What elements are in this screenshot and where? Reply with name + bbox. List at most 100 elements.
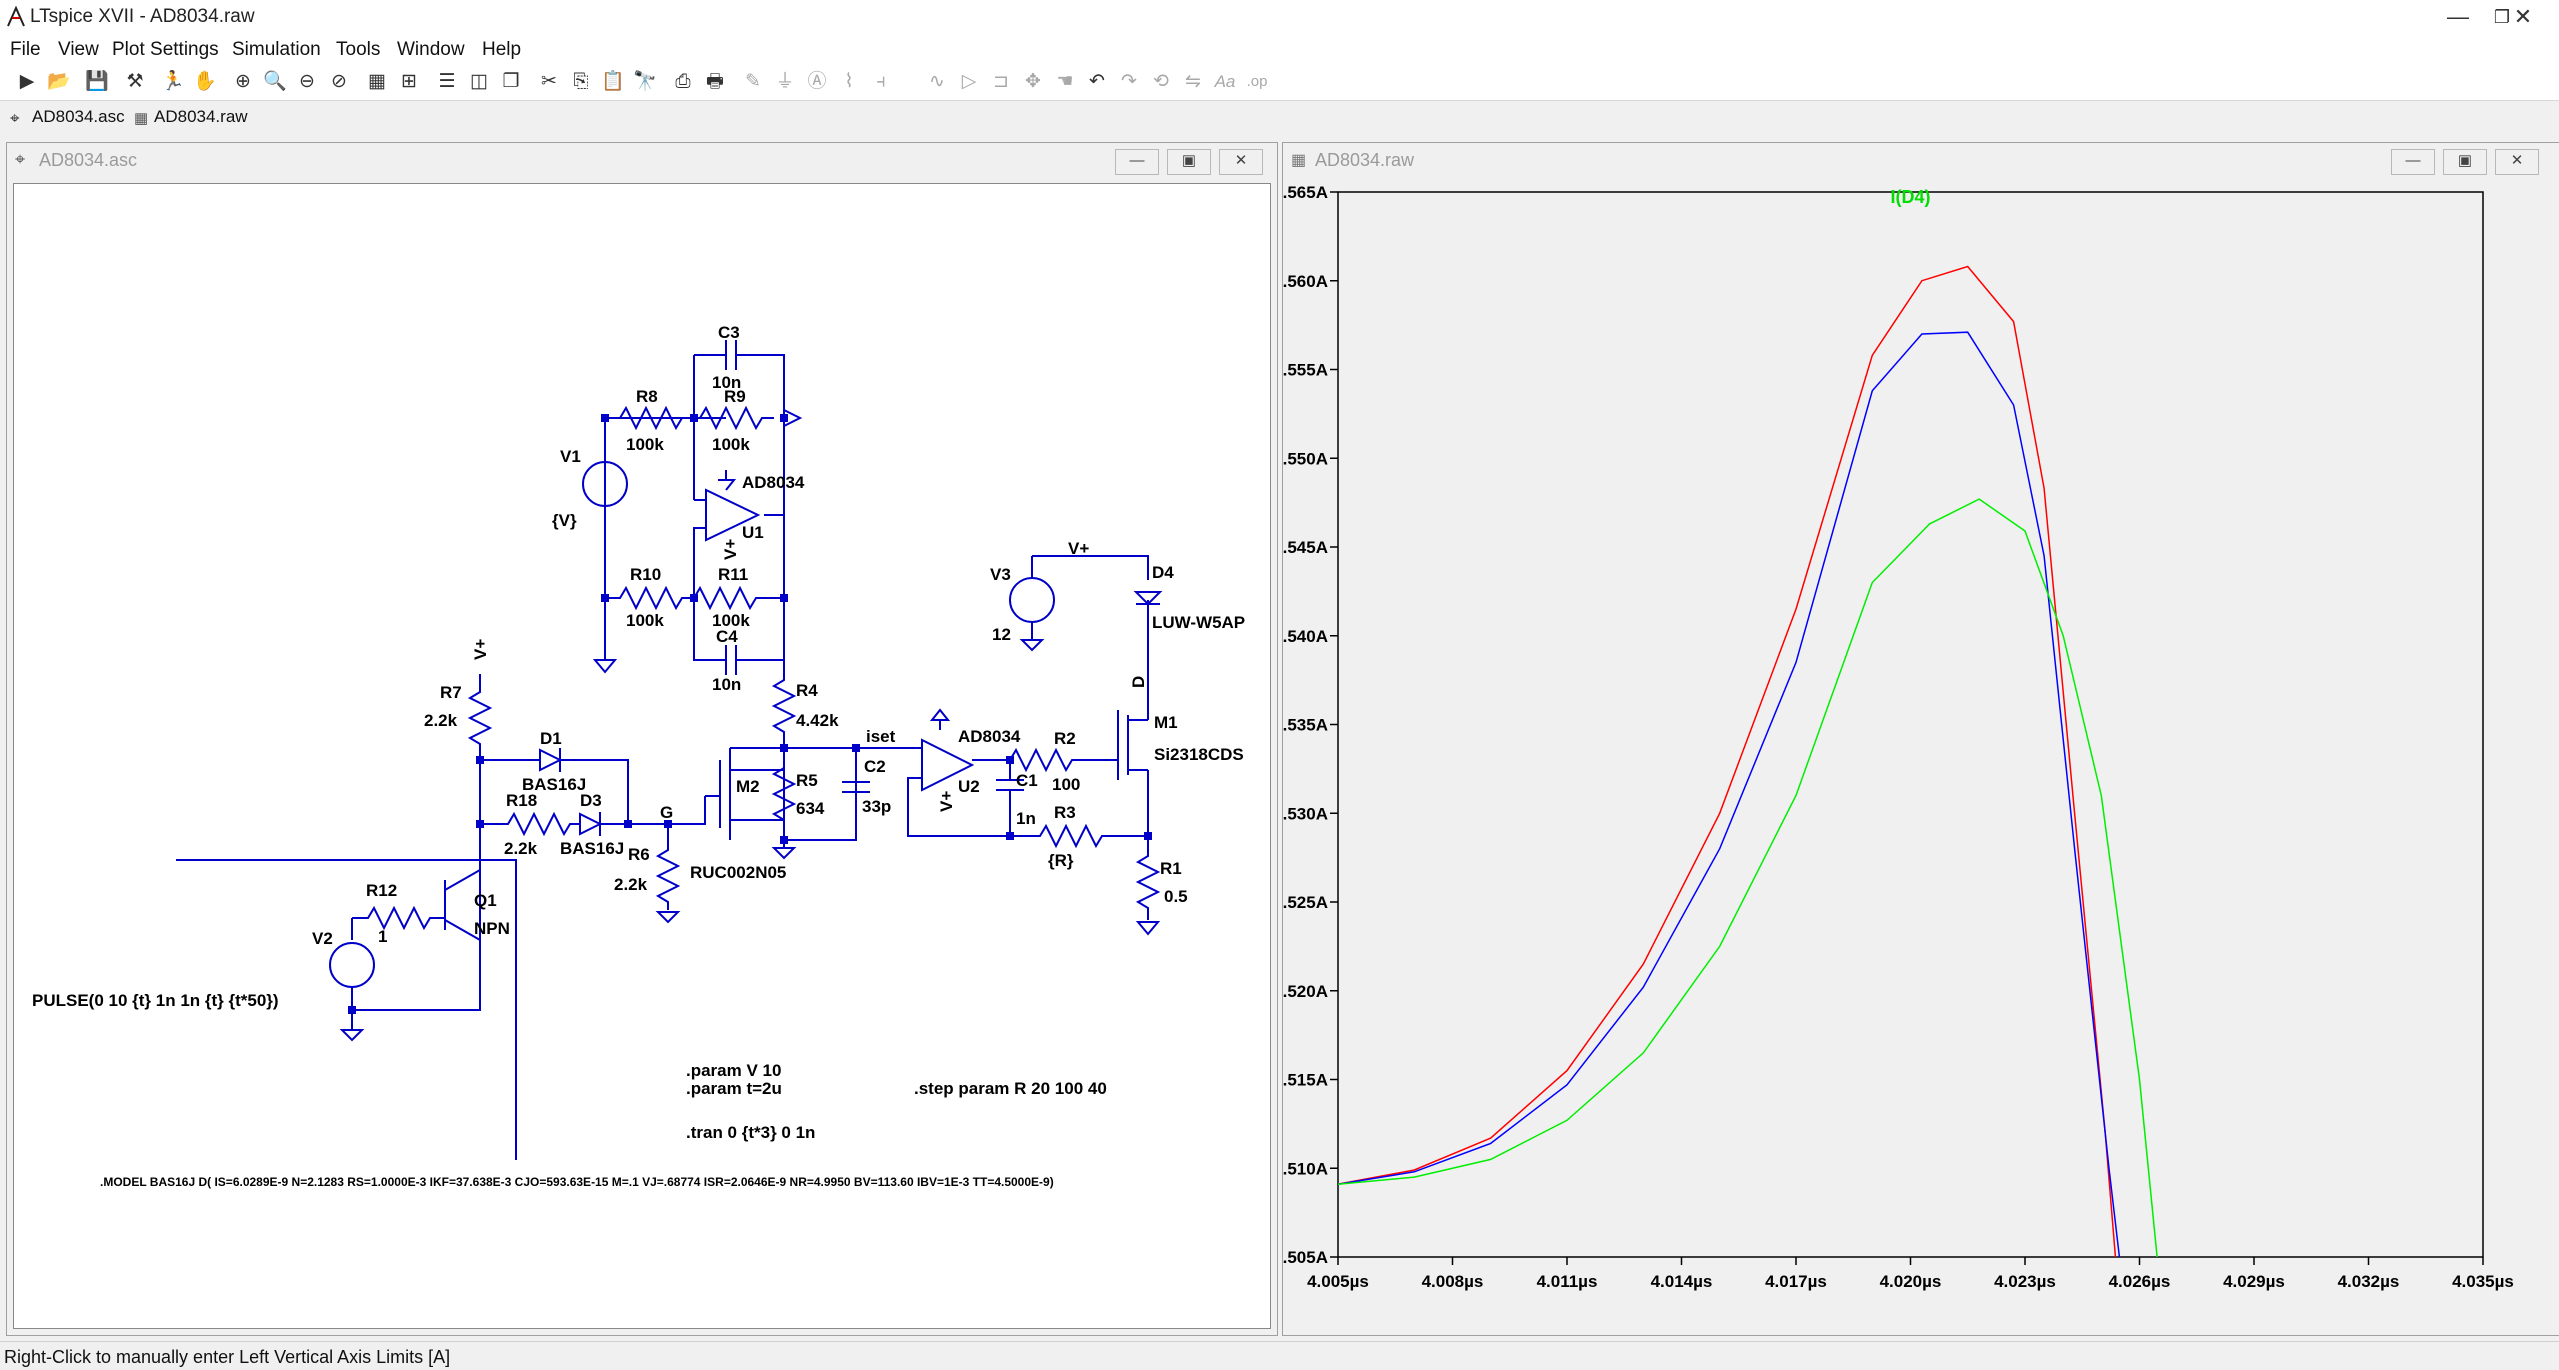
- x-tick-label: 4.005µs: [1307, 1272, 1369, 1291]
- x-axis[interactable]: 4.005µs 4.008µs 4.011µs 4.014µs 4.017µs 4.020…: [1307, 1257, 2514, 1291]
- menu-window[interactable]: Window: [397, 39, 465, 61]
- paste-icon[interactable]: 📋: [600, 69, 626, 95]
- menu-file[interactable]: File: [10, 39, 41, 61]
- autorange-icon[interactable]: ▦: [364, 69, 390, 95]
- waveform-maximize-button[interactable]: ▣: [2443, 149, 2487, 175]
- value-d4: LUW-W5AP: [1152, 613, 1245, 632]
- waveform-chart[interactable]: 2.505A 2.510A 2.515A 2.520A 2.525A 2.530A 2.53…: [1273, 181, 2557, 1334]
- y-tick-label: 2.520A: [1283, 982, 1328, 1001]
- open-icon[interactable]: 📂: [46, 69, 72, 95]
- directive-param-t[interactable]: .param t=2u: [686, 1079, 782, 1098]
- value-r3: {R}: [1048, 851, 1074, 870]
- value-r5: 634: [796, 799, 825, 818]
- label-d-pin: D: [1129, 676, 1148, 688]
- x-tick-label: 4.029µs: [2223, 1272, 2285, 1291]
- plot-frame: [1337, 191, 2484, 1258]
- directive-tran[interactable]: .tran 0 {t*3} 0 1n: [686, 1123, 815, 1142]
- label-d3: D3: [580, 791, 602, 810]
- trace-step-3[interactable]: [1338, 498, 2162, 1310]
- zoom-box-icon[interactable]: 🔍: [262, 69, 288, 95]
- menu-tools[interactable]: Tools: [336, 39, 380, 61]
- component-icon[interactable]: ⊐: [988, 69, 1014, 95]
- move-icon[interactable]: ✥: [1020, 69, 1046, 95]
- directive-param-v[interactable]: .param V 10: [686, 1061, 781, 1080]
- status-bar: Right-Click to manually enter Left Verti…: [0, 1341, 2559, 1370]
- schematic-window-title: AD8034.asc: [39, 150, 138, 170]
- menu-view[interactable]: View: [58, 39, 99, 61]
- label-r3: R3: [1054, 803, 1076, 822]
- plot-pane[interactable]: 2.505A 2.510A 2.515A 2.520A 2.525A 2.530A 2.53…: [1273, 181, 2557, 1334]
- menu-help[interactable]: Help: [482, 39, 521, 61]
- halt-icon[interactable]: 🏃: [160, 69, 186, 95]
- y-tick-label: 2.565A: [1283, 183, 1328, 202]
- label-ad8034-u2: AD8034: [958, 727, 1021, 746]
- close-button[interactable]: ✕: [2493, 0, 2553, 36]
- zoom-cancel-icon[interactable]: ⊘: [326, 69, 352, 95]
- fit-icon[interactable]: ⊞: [396, 69, 422, 95]
- drag-icon[interactable]: ☚: [1052, 69, 1078, 95]
- waveform-close-button[interactable]: ✕: [2495, 149, 2539, 175]
- undo-icon[interactable]: ↶: [1084, 69, 1110, 95]
- tab-schematic[interactable]: AD8034.asc: [32, 107, 125, 127]
- schematic-maximize-button[interactable]: ▣: [1167, 149, 1211, 175]
- menu-simulation[interactable]: Simulation: [232, 39, 321, 61]
- run-icon[interactable]: ▶: [14, 69, 40, 95]
- tile-horizontal-icon[interactable]: ☰: [434, 69, 460, 95]
- schematic-canvas[interactable]: C3 10n R8 100k R9 100k V1 {V} AD8034 U1 …: [13, 183, 1271, 1329]
- spice-directive-icon[interactable]: .op: [1244, 69, 1270, 95]
- tile-vertical-icon[interactable]: ◫: [466, 69, 492, 95]
- print-setup-icon[interactable]: ⎙: [670, 69, 696, 95]
- value-r8: 100k: [626, 435, 664, 454]
- redo-icon[interactable]: ↷: [1116, 69, 1142, 95]
- menu-plot-settings[interactable]: Plot Settings: [112, 39, 219, 61]
- y-axis[interactable]: 2.505A 2.510A 2.515A 2.520A 2.525A 2.530A 2.53…: [1273, 183, 1338, 1267]
- trace-step-1[interactable]: [1338, 265, 2124, 1334]
- value-c1: 1n: [1016, 809, 1036, 828]
- capacitor-icon[interactable]: ⫞: [868, 69, 894, 95]
- mirror-icon[interactable]: ⇋: [1180, 69, 1206, 95]
- rotate-icon[interactable]: ⟲: [1148, 69, 1174, 95]
- resistor-icon[interactable]: ⌇: [836, 69, 862, 95]
- inductor-icon[interactable]: ∿: [924, 69, 950, 95]
- pan-icon[interactable]: ✋: [192, 69, 218, 95]
- label-g: G: [660, 803, 673, 822]
- label-r18: R18: [506, 791, 537, 810]
- window-title: LTspice XVII - AD8034.raw: [30, 6, 255, 27]
- schematic-close-button[interactable]: ✕: [1219, 149, 1263, 175]
- label-u2: U2: [958, 777, 980, 796]
- value-m1: Si2318CDS: [1154, 745, 1244, 764]
- label-icon[interactable]: Ⓐ: [804, 69, 830, 95]
- label-r2: R2: [1054, 729, 1076, 748]
- save-icon[interactable]: 💾: [84, 69, 110, 95]
- find-icon[interactable]: 🔭: [632, 69, 658, 95]
- tab-waveform[interactable]: AD8034.raw: [154, 107, 248, 127]
- x-tick-label: 4.008µs: [1422, 1272, 1484, 1291]
- print-icon[interactable]: 🖶: [702, 69, 728, 95]
- schematic-icon: ⌖: [10, 109, 20, 128]
- control-panel-icon[interactable]: ⚒: [122, 69, 148, 95]
- cascade-icon[interactable]: ❐: [498, 69, 524, 95]
- trace-step-2[interactable]: [1338, 331, 2132, 1333]
- schematic-minimize-button[interactable]: —: [1115, 149, 1159, 175]
- label-c3: C3: [718, 323, 740, 342]
- value-v2: PULSE(0 10 {t} 1n 1n {t} {t*50}): [32, 991, 279, 1010]
- directive-step[interactable]: .step param R 20 100 40: [914, 1079, 1107, 1098]
- value-v3: 12: [992, 625, 1011, 644]
- wire-icon[interactable]: ✎: [740, 69, 766, 95]
- copy-icon[interactable]: ⎘: [568, 69, 594, 95]
- ground-icon[interactable]: ⏚: [772, 69, 798, 95]
- text-icon[interactable]: Aa: [1212, 69, 1238, 95]
- label-r6: R6: [628, 845, 650, 864]
- diode-icon[interactable]: ▷: [956, 69, 982, 95]
- cut-icon[interactable]: ✂: [536, 69, 562, 95]
- zoom-out-icon[interactable]: ⊖: [294, 69, 320, 95]
- label-iset: iset: [866, 727, 896, 746]
- waveform-icon: ▦: [134, 110, 149, 127]
- value-r7: 2.2k: [424, 711, 458, 730]
- waveform-minimize-button[interactable]: —: [2391, 149, 2435, 175]
- zoom-in-icon[interactable]: ⊕: [230, 69, 256, 95]
- label-r4: R4: [796, 681, 818, 700]
- trace-label-i-d4[interactable]: I(D4): [1891, 187, 1931, 207]
- value-r10: 100k: [626, 611, 664, 630]
- model-directive[interactable]: .MODEL BAS16J D( IS=6.0289E-9 N=2.1283 R…: [100, 1175, 1054, 1189]
